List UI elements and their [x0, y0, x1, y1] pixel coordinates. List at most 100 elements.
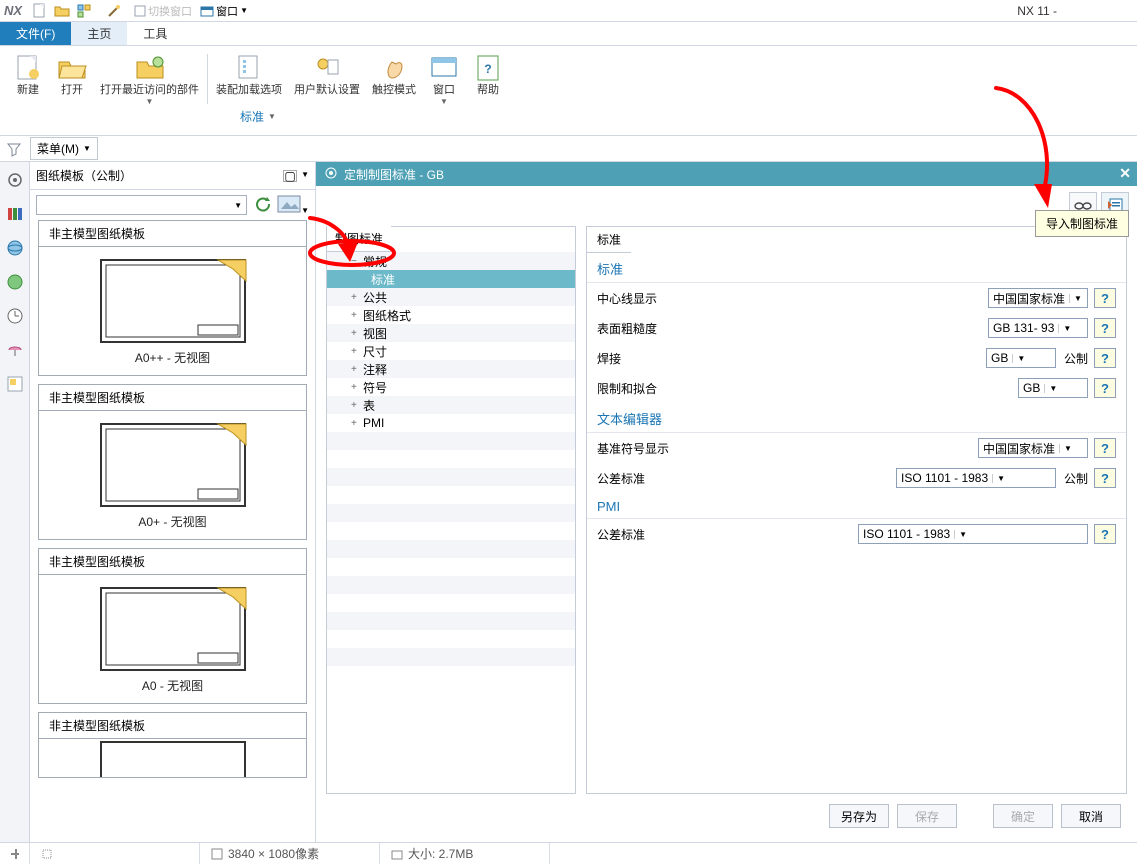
dialog-title: 定制制图标准 - GB	[344, 166, 444, 183]
net-cube-icon[interactable]	[74, 2, 94, 20]
tree-tab[interactable]: 制图标准	[327, 226, 391, 252]
customize-drafting-standard-dialog: 定制制图标准 - GB ✕ 导入制图标准 制图标准 −常规 标准 +公共 +图纸…	[316, 162, 1137, 842]
template-group-title: 非主模型图纸模板	[38, 712, 307, 738]
tree-row[interactable]: +PMI	[327, 414, 575, 432]
dialog-titlebar: 定制制图标准 - GB ✕	[316, 162, 1137, 186]
assembly-load-button[interactable]: 装配加载选项	[210, 50, 288, 108]
help-icon[interactable]: ?	[1094, 318, 1116, 338]
help-icon[interactable]: ?	[1094, 288, 1116, 308]
roughness-combo[interactable]: GB 131- 93▼	[988, 318, 1088, 338]
template-group-title: 非主模型图纸模板	[38, 220, 307, 246]
gear-icon[interactable]	[5, 170, 25, 190]
open-button[interactable]: 打开	[50, 50, 94, 108]
section-standard: 标准	[587, 253, 1126, 283]
help-icon[interactable]: ?	[1094, 378, 1116, 398]
refresh-icon[interactable]	[253, 195, 271, 216]
svg-text:?: ?	[484, 62, 491, 76]
image-mode-icon[interactable]: ▼	[277, 195, 309, 216]
ok-button[interactable]: 确定	[993, 804, 1053, 828]
user-defaults-button[interactable]: 用户默认设置	[288, 50, 366, 108]
tab-tools[interactable]: 工具	[127, 22, 183, 45]
saveas-button[interactable]: 另存为	[829, 804, 889, 828]
template-item[interactable]: A0+ - 无视图	[38, 410, 307, 540]
ribbon-tabs: 文件(F) 主页 工具	[0, 22, 1137, 46]
section-pmi: PMI	[587, 493, 1126, 519]
filter-icon[interactable]	[4, 140, 24, 158]
wand-icon[interactable]	[104, 2, 124, 20]
section-texteditor: 文本编辑器	[587, 403, 1126, 433]
help-icon[interactable]: ?	[1094, 524, 1116, 544]
import-tooltip: 导入制图标准	[1035, 210, 1129, 237]
tree-row[interactable]: +图纸格式	[327, 306, 575, 324]
tree-row[interactable]: +表	[327, 396, 575, 414]
status-size: 大小: 2.7MB	[408, 845, 473, 862]
ribbon: 新建 打开 打开最近访问的部件 ▼ 装配加载选项 用户默认设置	[0, 46, 1137, 136]
template-group-title: 非主模型图纸模板	[38, 548, 307, 574]
save-button[interactable]: 保存	[897, 804, 957, 828]
tolerance-combo[interactable]: ISO 1101 - 1983▼	[896, 468, 1056, 488]
switch-window-checkbox[interactable]: 切换窗口	[134, 3, 192, 19]
template-item[interactable]: A0 - 无视图	[38, 574, 307, 704]
tab-file[interactable]: 文件(F)	[0, 22, 71, 45]
globe-icon[interactable]	[5, 238, 25, 258]
tree-row[interactable]: +注释	[327, 360, 575, 378]
close-icon[interactable]: ✕	[1119, 165, 1131, 182]
help-icon[interactable]: ?	[1094, 438, 1116, 458]
dialog-area: 定制制图标准 - GB ✕ 导入制图标准 制图标准 −常规 标准 +公共 +图纸…	[316, 162, 1137, 842]
pmi-tolerance-combo[interactable]: ISO 1101 - 1983▼	[858, 524, 1088, 544]
new-doc-icon[interactable]	[30, 2, 50, 20]
umbrella-icon[interactable]	[5, 340, 25, 360]
prop-tolerance: 公差标准 ISO 1101 - 1983▼ 公制 ?	[587, 463, 1126, 493]
app-title: NX 11 -	[1017, 4, 1057, 18]
ribbon-group-label: 标准	[240, 108, 264, 125]
add-panel-icon[interactable]	[5, 374, 25, 394]
datum-combo[interactable]: 中国国家标准▼	[978, 438, 1088, 458]
prop-limitfit: 限制和拟合 GB▼ ?	[587, 373, 1126, 403]
help-icon[interactable]: ?	[1094, 468, 1116, 488]
help-button[interactable]: ? 帮助	[466, 50, 510, 108]
touch-mode-button[interactable]: 触控模式	[366, 50, 422, 108]
templates-title: 图纸模板（公制）	[36, 167, 132, 184]
icon-rail	[0, 162, 30, 842]
prop-pmi-tolerance: 公差标准 ISO 1101 - 1983▼ ?	[587, 519, 1126, 549]
open-recent-button[interactable]: 打开最近访问的部件 ▼	[94, 50, 205, 108]
standards-tree[interactable]: −常规 标准 +公共 +图纸格式 +视图 +尺寸 +注释 +符号 +表 +PMI	[327, 252, 575, 793]
menu-row: 菜单(M)▼	[0, 136, 1137, 162]
tree-row-root[interactable]: −常规	[327, 252, 575, 270]
props-tab[interactable]: 标准	[587, 227, 631, 253]
prop-weld: 焊接 GB▼ 公制 ?	[587, 343, 1126, 373]
open-folder-icon[interactable]	[52, 2, 72, 20]
tab-home[interactable]: 主页	[71, 22, 127, 45]
tree-row[interactable]: +视图	[327, 324, 575, 342]
template-item[interactable]: A0++ - 无视图	[38, 246, 307, 376]
tree-panel: 制图标准 −常规 标准 +公共 +图纸格式 +视图 +尺寸 +注释 +符号 +表…	[326, 226, 576, 794]
template-filter-combo[interactable]: ▼	[36, 195, 247, 215]
cancel-button[interactable]: 取消	[1061, 804, 1121, 828]
clock-icon[interactable]	[5, 306, 25, 326]
menu-button[interactable]: 菜单(M)▼	[30, 137, 98, 160]
tree-row[interactable]: +公共	[327, 288, 575, 306]
books-icon[interactable]	[5, 204, 25, 224]
new-button[interactable]: 新建	[6, 50, 50, 108]
template-group-title: 非主模型图纸模板	[38, 384, 307, 410]
prop-datum: 基准符号显示 中国国家标准▼ ?	[587, 433, 1126, 463]
titlebar: NX 切换窗口 窗口▼ NX 11 -	[0, 0, 1137, 22]
app-logo: NX	[4, 3, 22, 18]
template-item[interactable]	[38, 738, 307, 778]
templates-panel: 图纸模板（公制） ▢ ▼ ▼ ▼ 非主模型图纸模板 A0++ - 无视图 非主模…	[30, 162, 316, 842]
limitfit-combo[interactable]: GB▼	[1018, 378, 1088, 398]
templates-list[interactable]: 非主模型图纸模板 A0++ - 无视图 非主模型图纸模板 A0+ - 无视图 非…	[30, 220, 315, 842]
window-button[interactable]: 窗口 ▼	[422, 50, 466, 108]
properties-panel: 标准 标准 中心线显示 中国国家标准▼ ? 表面粗糙度 GB 131- 93▼ …	[586, 226, 1127, 794]
dialog-footer: 另存为 保存 确定 取消	[316, 794, 1137, 838]
weld-combo[interactable]: GB▼	[986, 348, 1056, 368]
earth-icon[interactable]	[5, 272, 25, 292]
tree-row[interactable]: +符号	[327, 378, 575, 396]
tree-row-standard[interactable]: 标准	[327, 270, 575, 288]
tree-row[interactable]: +尺寸	[327, 342, 575, 360]
centerline-combo[interactable]: 中国国家标准▼	[988, 288, 1088, 308]
window-dropdown[interactable]: 窗口▼	[200, 3, 248, 19]
help-icon[interactable]: ?	[1094, 348, 1116, 368]
status-dims: 3840 × 1080像素	[228, 845, 319, 862]
minimize-panel-icon[interactable]: ▢	[283, 170, 297, 182]
